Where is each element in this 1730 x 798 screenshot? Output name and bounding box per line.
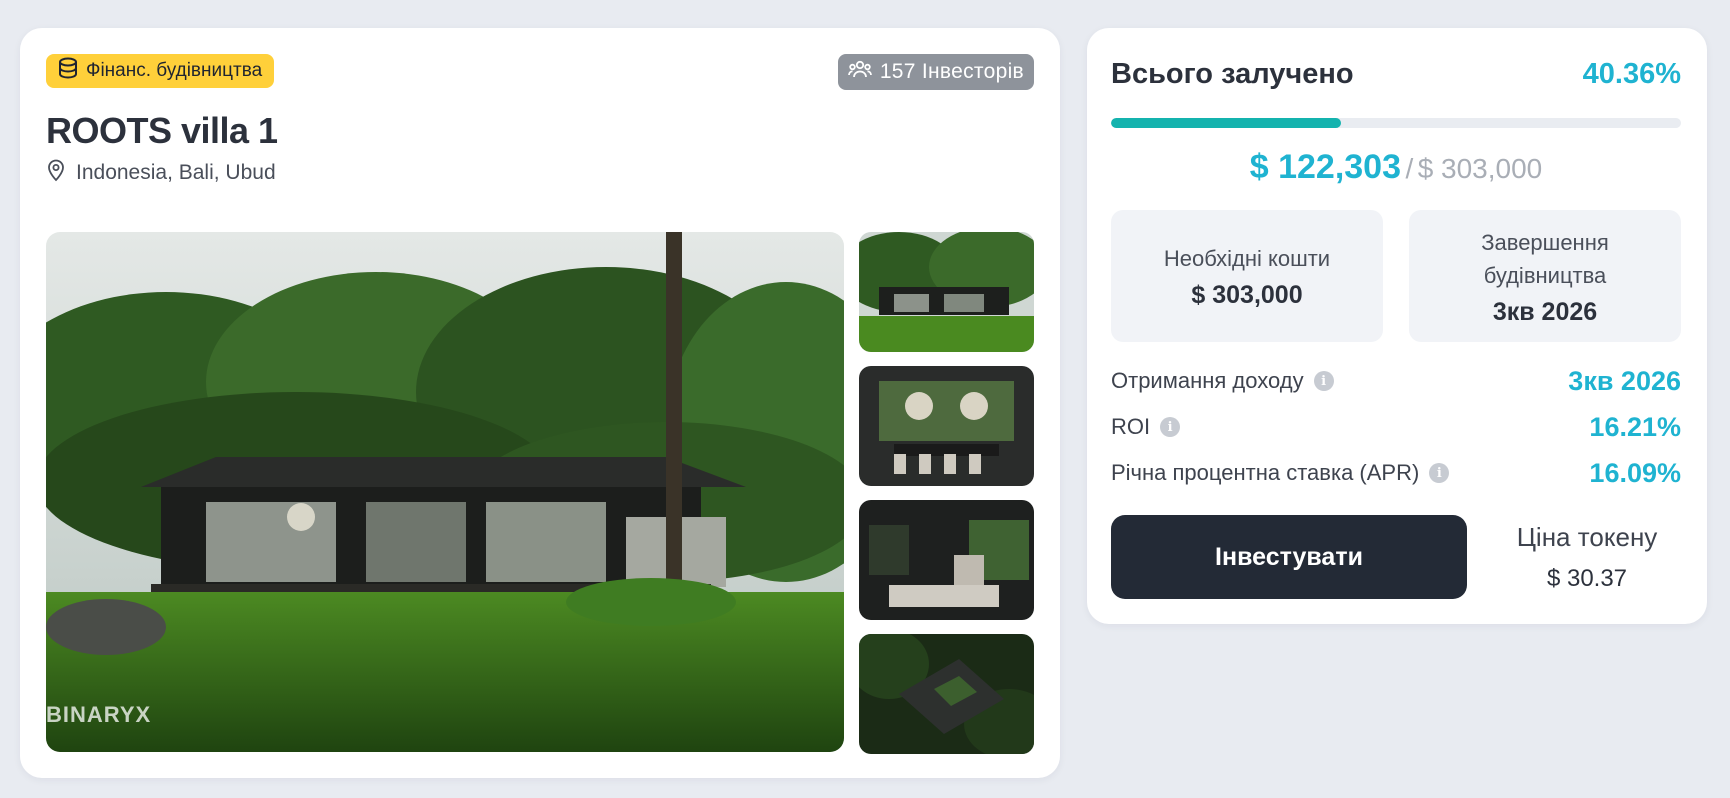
total-raised-title: Всього залучено	[1111, 58, 1354, 90]
metric-row-apr: Річна процентна ставка (APR) i 16.09%	[1111, 455, 1681, 491]
construction-completion-label: Завершення будівництва	[1481, 229, 1609, 288]
funding-progress-fill	[1111, 118, 1342, 128]
category-label: Фінанс. будівництва	[86, 60, 263, 81]
exterior-thumb[interactable]	[859, 232, 1034, 352]
metric-row-income: Отримання доходу i 3кв 2026	[1111, 363, 1681, 399]
token-price: Ціна токену $ 30.37	[1492, 522, 1682, 593]
invest-button[interactable]: Інвестувати	[1111, 515, 1467, 599]
info-icon[interactable]: i	[1160, 417, 1181, 437]
category-badge: Фінанс. будівництва	[46, 54, 275, 88]
amount-separator: /	[1405, 153, 1414, 184]
main-photo[interactable]: BINARYX	[46, 232, 844, 752]
required-funds-box: Необхідні кошти $ 303,000	[1111, 210, 1383, 342]
living-room-thumb[interactable]	[859, 500, 1034, 620]
info-icon[interactable]: i	[1313, 371, 1334, 391]
investors-badge: 157 Інвесторів	[837, 54, 1034, 90]
metric-row-roi: ROI i 16.21%	[1111, 409, 1681, 445]
aerial-view-thumb[interactable]	[859, 634, 1034, 754]
investors-count: 157 Інвесторів	[879, 60, 1024, 83]
token-price-value: $ 30.37	[1546, 565, 1628, 592]
watermark: BINARYX	[46, 702, 152, 727]
required-funds-label: Необхідні кошти	[1163, 246, 1331, 271]
metric-value: 3кв 2026	[1568, 365, 1681, 396]
metric-label: ROI	[1111, 414, 1151, 439]
metric-value: 16.09%	[1589, 457, 1681, 488]
metric-label: Отримання доходу	[1111, 368, 1304, 393]
funding-progress-bar	[1111, 118, 1681, 128]
database-coins-icon	[58, 57, 78, 85]
token-price-label: Ціна токену	[1516, 522, 1658, 552]
amount-goal: $ 303,000	[1417, 153, 1543, 184]
dining-room-thumb[interactable]	[859, 366, 1034, 486]
property-location: Indonesia, Bali, Ubud	[46, 158, 276, 188]
map-pin-icon	[46, 158, 66, 188]
required-funds-value: $ 303,000	[1191, 281, 1303, 309]
amount-raised: $ 122,303	[1249, 148, 1401, 186]
funding-amounts: $ 122,303 / $ 303,000	[1111, 148, 1681, 187]
construction-completion-value: 3кв 2026	[1492, 297, 1598, 326]
construction-completion-box: Завершення будівництва 3кв 2026	[1409, 210, 1681, 342]
info-icon[interactable]: i	[1429, 463, 1450, 483]
raised-percent: 40.36%	[1582, 58, 1681, 90]
property-title: ROOTS villa 1	[46, 110, 278, 151]
metric-label: Річна процентна ставка (APR)	[1111, 460, 1420, 485]
funding-card: Всього залучено 40.36% $ 122,303 / $ 303…	[1087, 28, 1707, 624]
metric-value: 16.21%	[1589, 411, 1681, 442]
property-card: Фінанс. будівництва 157 Інвесторів ROOTS…	[20, 28, 1060, 778]
users-icon	[847, 59, 872, 85]
location-text: Indonesia, Bali, Ubud	[76, 161, 276, 184]
